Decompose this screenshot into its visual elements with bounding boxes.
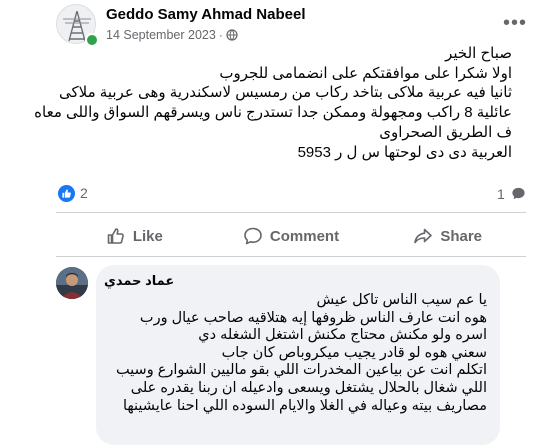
globe-icon[interactable] bbox=[226, 29, 238, 41]
like-reaction-icon[interactable] bbox=[58, 185, 75, 202]
comment-button-label: Comment bbox=[269, 227, 340, 245]
like-button-label: Like bbox=[132, 227, 163, 245]
thumbs-up-outline-icon bbox=[107, 228, 124, 244]
meta-separator: · bbox=[218, 28, 223, 42]
post-line: اولا شكرا على موافقتكم على انضمامى للجرو… bbox=[219, 64, 512, 82]
commenter-avatar[interactable] bbox=[56, 267, 88, 299]
commenter-name[interactable]: عماد حمدي bbox=[104, 273, 174, 289]
comment-line: هوه انت عارف الناس ظروفها إيه هتلاقيه صا… bbox=[139, 309, 487, 326]
share-arrow-icon bbox=[414, 228, 433, 244]
post-line: ف الطريق الصحراوى bbox=[379, 123, 512, 141]
comment-line: اسره ولو مكنش محتاج مكنش اشتغل الشغله دي bbox=[198, 327, 487, 344]
like-button[interactable]: Like bbox=[56, 220, 213, 252]
comment-line: يا عم سيب الناس تاكل عيش bbox=[316, 292, 487, 308]
post-header: Geddo Samy Ahmad Nabeel 14 September 202… bbox=[0, 0, 536, 50]
comment-button[interactable]: Comment bbox=[213, 220, 370, 252]
comment-bubble-icon bbox=[244, 227, 262, 245]
reactions-bar: 2 1 bbox=[0, 180, 536, 208]
post-date[interactable]: 14 September 2023 bbox=[106, 28, 216, 42]
post-line: صباح الخير bbox=[445, 45, 512, 62]
commenter-photo bbox=[56, 267, 88, 299]
divider bbox=[56, 256, 526, 257]
comment-count[interactable]: 1 bbox=[497, 186, 505, 202]
share-button-label: Share bbox=[440, 227, 483, 245]
thumbs-up-icon bbox=[62, 189, 71, 198]
post-author-name[interactable]: Geddo Samy Ahmad Nabeel bbox=[106, 6, 306, 23]
post-line: العربية دى دى لوحتها س ل ر 5953 bbox=[297, 143, 512, 161]
post-line: ثانيا فيه عربية ملاكى بتاخد ركاب من رمسي… bbox=[59, 84, 512, 102]
comment-text: يا عم سيب الناس تاكل عيش هوه انت عارف ال… bbox=[103, 292, 487, 415]
post-meta: 14 September 2023 · bbox=[106, 28, 238, 42]
post-line: عائلية 8 راكب ومجهولة وممكن جدا تستدرج ن… bbox=[34, 104, 512, 122]
post-body: صباح الخير اولا شكرا على موافقتكم على ان… bbox=[34, 44, 512, 162]
comment-line: سعني هوه لو قادر يجيب ميكروباص كان جاب bbox=[221, 344, 487, 361]
share-button[interactable]: Share bbox=[369, 220, 526, 252]
comment-line: مصاريف بيته وعياله في الغلا والايام السو… bbox=[122, 397, 487, 414]
reaction-count[interactable]: 2 bbox=[80, 185, 88, 201]
comment-count-icon[interactable] bbox=[511, 186, 526, 201]
post-actions: Like Comment Share bbox=[56, 220, 526, 252]
comment-line: اللي شغال بالحلال يشتغل ويسعى وادعيله ان… bbox=[130, 379, 487, 396]
divider bbox=[56, 212, 526, 213]
more-options-button[interactable]: ••• bbox=[500, 8, 530, 38]
comment-line: اتكلم انت عن بياعين المخدرات اللي بقو ما… bbox=[115, 362, 487, 379]
